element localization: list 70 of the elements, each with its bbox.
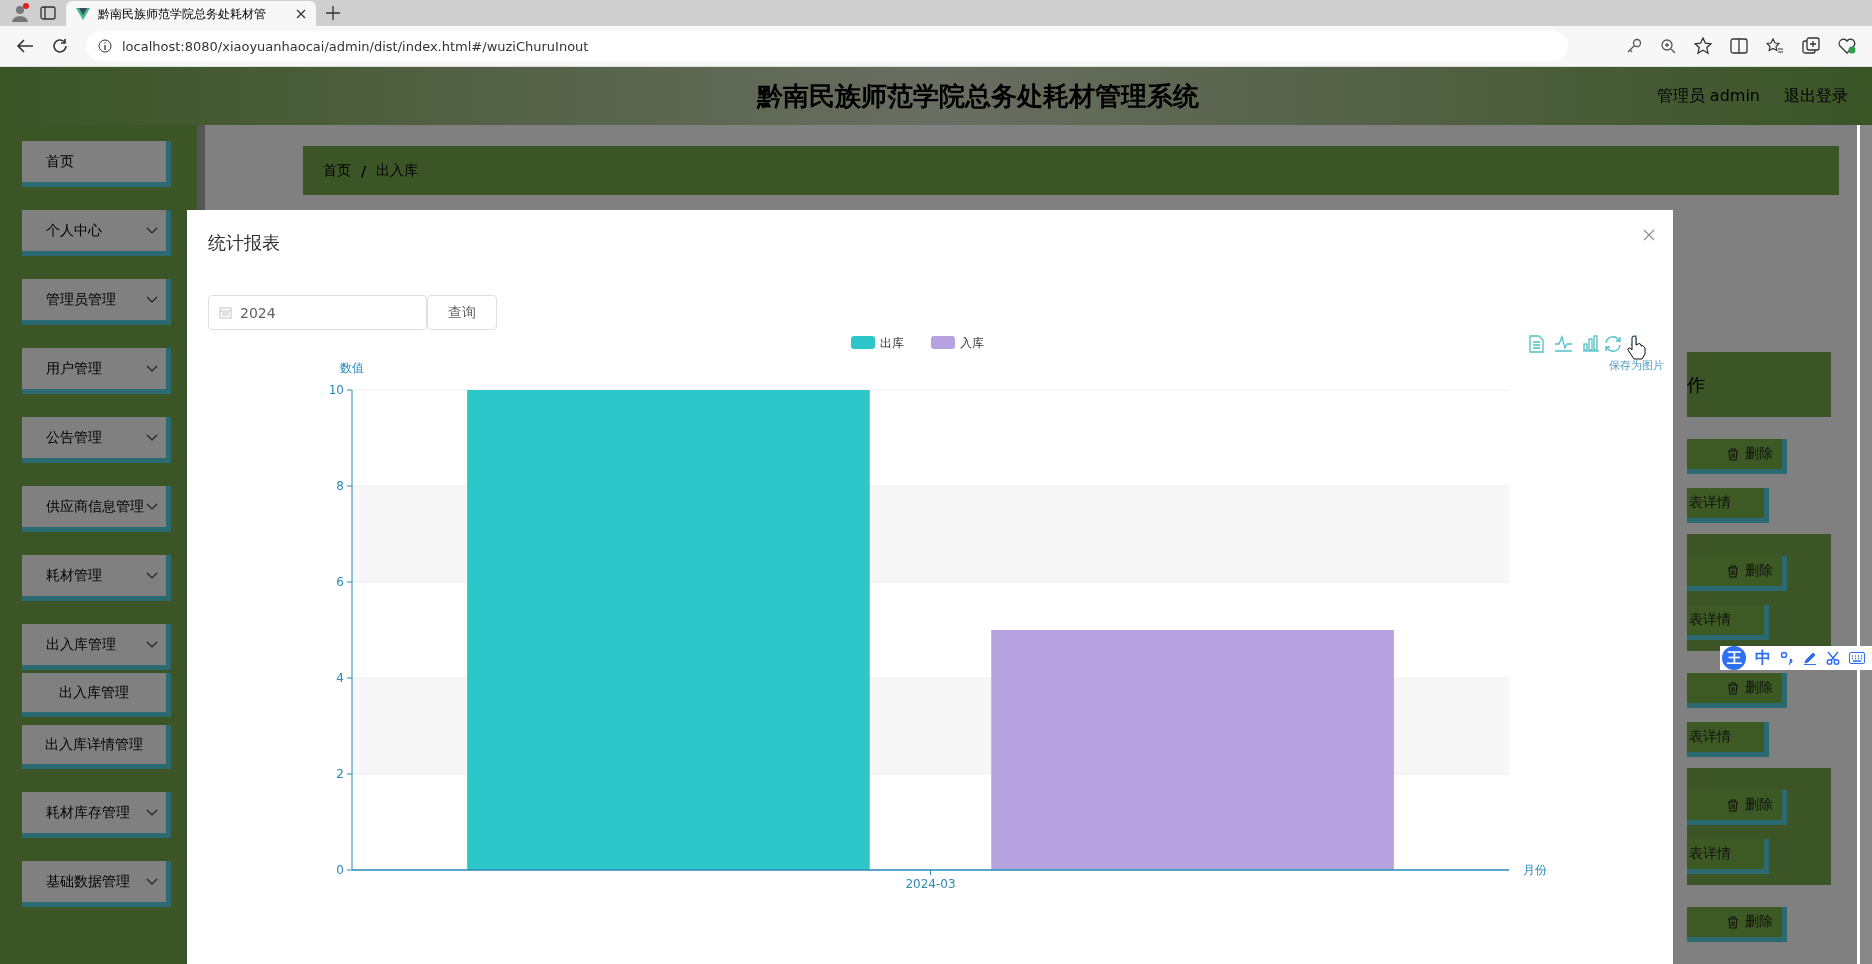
trash-icon (1727, 681, 1739, 695)
bar-chart-icon[interactable] (1582, 335, 1600, 352)
zoom-in-icon (1660, 38, 1676, 54)
line-chart-icon[interactable] (1554, 335, 1573, 352)
axis-tick-label: 8 (336, 479, 344, 493)
legend-swatch[interactable] (931, 336, 955, 349)
heart-pulse-icon (1838, 38, 1856, 54)
breadcrumb-separator: / (361, 162, 367, 179)
dialog-title: 统计报表 (208, 230, 280, 255)
trash-icon (1727, 447, 1739, 461)
breadcrumb-item: 出入库 (376, 161, 419, 180)
submenu-item[interactable]: 出入库管理 (22, 673, 171, 717)
legend-label[interactable]: 入库 (960, 336, 984, 350)
favorites-icon (1766, 38, 1784, 54)
trash-icon (1727, 798, 1739, 812)
punctuation-icon (1780, 651, 1794, 665)
axis-tick-label: 0 (336, 863, 344, 877)
chevron-down-icon (146, 365, 158, 373)
close-icon (296, 9, 306, 19)
url-text: localhost:8080/xiaoyuanhaocai/admin/dist/index.html#/wuziChuruInout (122, 38, 589, 54)
star-icon (1694, 37, 1712, 55)
chevron-down-icon (146, 227, 158, 235)
plus-icon (326, 6, 340, 20)
table-header: 作 (1687, 352, 1831, 417)
calendar-icon (219, 306, 232, 319)
key-icon (1626, 38, 1642, 54)
legend-swatch[interactable] (851, 336, 875, 349)
close-icon (1643, 229, 1655, 241)
back-icon (16, 38, 34, 54)
chevron-down-icon (146, 878, 158, 886)
chevron-down-icon (146, 641, 158, 649)
axis-tick-label: 4 (336, 671, 344, 685)
user-label: 管理员 admin (1656, 85, 1760, 107)
input-mode[interactable]: 中 (1755, 647, 1771, 669)
y-axis-title: 数值 (340, 361, 364, 375)
scissors-icon (1826, 651, 1840, 665)
scrollbar[interactable] (1857, 125, 1872, 964)
chevron-down-icon (146, 503, 158, 511)
trash-icon (1727, 564, 1739, 578)
axis-tick-label: 2024-03 (905, 877, 956, 891)
ime-logo[interactable]: 王 (1722, 646, 1746, 670)
profile-icon (10, 3, 30, 23)
x-axis-title: 月份 (1523, 863, 1547, 877)
browser-tab[interactable]: 黔南民族师范学院总务处耗材管 (66, 1, 316, 27)
data-view-icon[interactable] (1529, 335, 1544, 353)
legend-label[interactable]: 出库 (880, 336, 904, 350)
chevron-down-icon (146, 296, 158, 304)
year-picker[interactable]: 2024 (208, 295, 427, 330)
app-title: 黔南民族师范学院总务处耗材管理系统 (755, 79, 1201, 113)
chevron-down-icon (146, 809, 158, 817)
chevron-down-icon (146, 572, 158, 580)
axis-tick-label: 2 (336, 767, 344, 781)
chevron-down-icon (146, 434, 158, 442)
split-view-icon (1730, 38, 1748, 54)
refresh-icon (52, 38, 68, 54)
submenu-item[interactable]: 出入库详情管理 (22, 725, 171, 769)
refresh-icon[interactable] (1605, 336, 1621, 352)
axis-tick-label: 6 (336, 575, 344, 589)
collections-icon (1802, 37, 1820, 55)
site-logo-icon (76, 8, 90, 20)
axis-tick-label: 10 (328, 383, 344, 397)
query-button[interactable]: 查询 (427, 295, 497, 330)
tab-panel-icon (40, 5, 56, 21)
address-bar[interactable]: localhost:8080/xiaoyuanhaocai/admin/dist/index.html#/wuziChuruInout (86, 31, 1568, 61)
keyboard-icon (1849, 652, 1865, 664)
pen-icon (1803, 651, 1817, 665)
tooltip-text: 保存为图片 (1609, 359, 1664, 372)
hand-cursor-icon (1627, 335, 1646, 360)
trash-icon (1727, 915, 1739, 929)
info-icon (98, 39, 112, 53)
